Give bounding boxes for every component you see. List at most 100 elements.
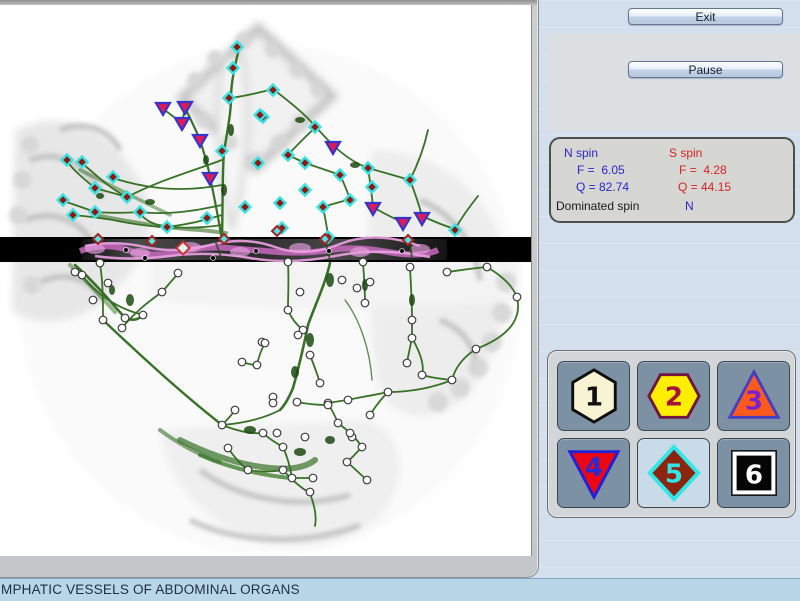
pause-button[interactable]: Pause [628,61,783,78]
marker-circle [284,258,292,266]
marker-circle [279,466,287,474]
marker-circle [158,288,166,296]
marker-circle [358,443,366,451]
marker-circle [408,316,416,324]
legend-tile-3[interactable]: 3 [717,361,790,431]
marker-circle [89,296,97,304]
marker-circle [244,466,252,474]
legend-symbol-5-icon: 5 [645,444,703,502]
legend-tile-6[interactable]: 6 [717,438,790,508]
marker-circle [288,474,296,482]
anatomy-view [0,5,532,556]
marker-circle [284,306,292,314]
svg-text:3: 3 [744,387,762,417]
marker-circle [472,345,480,353]
marker-circle [269,399,277,407]
legend-tile-4[interactable]: 4 [557,438,630,508]
marker-circle [71,268,79,276]
marker-circle [104,279,112,287]
marker-circle [293,398,301,406]
s-spin-frequency: F = 4.28 [679,163,727,177]
marker-circle [361,299,369,307]
marker-circle [513,293,521,301]
app-window: { "toolbar": { "exit_label": "Exit", "pa… [0,0,800,600]
exit-button[interactable]: Exit [628,8,783,25]
marker-circle [418,371,426,379]
status-bar: MPHATIC VESSELS OF ABDOMINAL ORGANS [0,578,800,601]
legend-tile-2[interactable]: 2 [637,361,710,431]
marker-circle [353,284,361,292]
marker-circle [334,419,342,427]
marker-circle [118,324,126,332]
marker-circle [346,429,354,437]
legend-symbol-3-icon: 3 [725,367,783,425]
marker-circle [483,263,491,271]
scan-stripe [0,237,531,262]
n-spin-label: N spin [564,146,598,160]
marker-circle [363,476,371,484]
marker-circle [121,314,129,322]
marker-circle [366,278,374,286]
marker-circle [224,444,232,452]
pause-panel [547,34,800,131]
svg-text:2: 2 [664,383,682,413]
svg-text:1: 1 [584,383,602,413]
legend-tile-1[interactable]: 1 [557,361,630,431]
marker-legend-panel: 1 2 3 4 5 6 [547,350,796,518]
marker-circle [301,433,309,441]
marker-circle [403,359,411,367]
marker-circle [306,488,314,496]
marker-circle [343,458,351,466]
marker-circle [174,269,182,277]
marker-circle [443,268,451,276]
marker-circle [296,288,304,296]
legend-tile-5[interactable]: 5 [637,438,710,508]
anatomy-illustration [0,5,531,556]
marker-dot [124,248,129,253]
marker-circle [316,379,324,387]
image-frame [0,0,539,578]
marker-circle [406,263,414,271]
n-spin-frequency: F = 6.05 [577,163,625,177]
marker-circle [273,429,281,437]
svg-text:6: 6 [744,461,762,491]
marker-circle [366,411,374,419]
marker-circle [99,316,107,324]
svg-text:4: 4 [584,453,602,483]
marker-dot [143,256,148,261]
svg-text:5: 5 [664,460,682,490]
marker-circle [294,331,302,339]
marker-circle [384,388,392,396]
s-spin-label: S spin [669,146,702,160]
marker-circle [306,351,314,359]
spin-panel: N spin S spin F = 6.05 F = 4.28 Q = 82.7… [549,137,795,223]
dominated-spin-label: Dominated spin [556,199,639,213]
marker-circle [261,339,269,347]
dominated-spin-value: N [685,199,694,213]
marker-dot [211,256,216,261]
marker-circle [253,361,261,369]
marker-circle [448,376,456,384]
legend-symbol-4-icon: 4 [565,444,623,502]
marker-circle [238,358,246,366]
marker-dot [400,249,405,254]
marker-circle [309,474,317,482]
marker-dot [327,249,332,254]
marker-circle [408,334,416,342]
marker-circle [231,406,239,414]
marker-circle [344,396,352,404]
marker-circle [218,421,226,429]
legend-symbol-2-icon: 2 [645,367,703,425]
legend-symbol-6-icon: 6 [725,444,783,502]
marker-circle [259,429,267,437]
marker-circle [359,258,367,266]
marker-circle [139,311,147,319]
marker-dot [254,249,259,254]
n-spin-q-value: Q = 82.74 [576,180,629,194]
marker-circle [96,259,104,267]
marker-circle [338,276,346,284]
marker-circle [324,401,332,409]
legend-symbol-1-icon: 1 [565,367,623,425]
s-spin-q-value: Q = 44.15 [678,180,731,194]
organ-title: MPHATIC VESSELS OF ABDOMINAL ORGANS [1,579,300,600]
